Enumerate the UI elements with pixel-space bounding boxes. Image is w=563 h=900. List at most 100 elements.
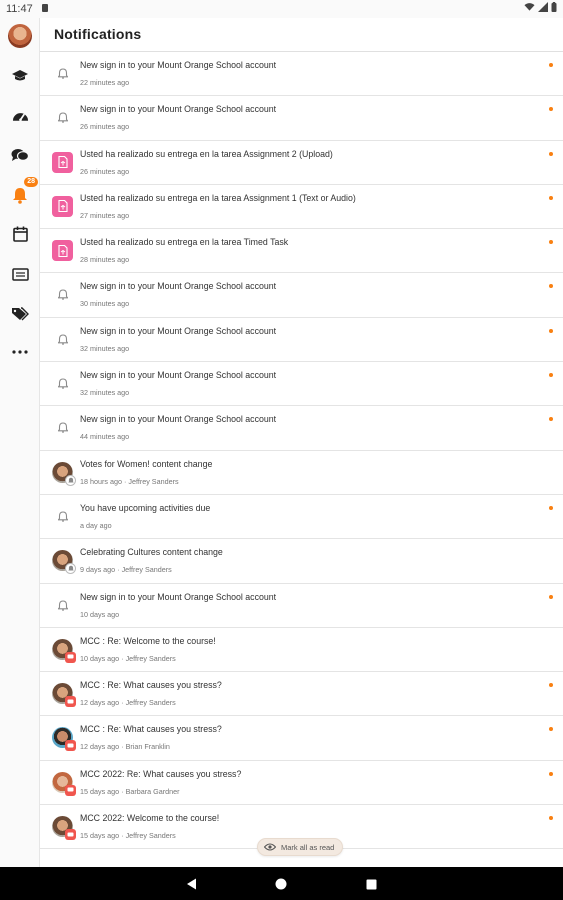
home-button[interactable] — [272, 875, 290, 893]
notification-meta: 10 days ago — [80, 610, 119, 619]
battery-icon — [551, 2, 557, 12]
notification-time: 32 minutes ago — [80, 388, 130, 398]
recents-icon — [366, 879, 376, 889]
notification-author: Jeffrey Sanders — [125, 831, 176, 841]
unread-dot — [549, 284, 553, 289]
notification-meta: 12 days ago · Jeffrey Sanders — [80, 698, 176, 707]
notification-bell-icon — [52, 417, 73, 438]
home-icon — [275, 878, 287, 890]
notification-title: MCC 2022: Re: What causes you stress? — [80, 768, 242, 779]
tags-icon[interactable] — [6, 299, 34, 327]
notification-bell-icon — [52, 329, 73, 350]
notification-meta: 26 minutes ago — [80, 122, 129, 131]
user-avatar — [52, 550, 76, 575]
notification-author: Jeffrey Sanders — [121, 565, 172, 575]
notifications-icon[interactable]: 28 — [6, 177, 38, 209]
forum-icon — [65, 829, 76, 841]
notification-meta: 9 days ago · Jeffrey Sanders — [80, 565, 172, 574]
notification-title: MCC : Re: What causes you stress? — [80, 724, 222, 735]
notification-time: 28 minutes ago — [80, 255, 130, 265]
notification-author: Jeffrey Sanders — [125, 698, 176, 708]
mark-all-as-read-button[interactable]: Mark all as read — [257, 838, 344, 856]
notification-meta: 15 days ago · Barbara Gardner — [80, 787, 180, 796]
notification-meta: a day ago — [80, 521, 112, 530]
notification-row[interactable]: Usted ha realizado su entrega en la tare… — [40, 229, 563, 274]
calendar-icon[interactable] — [6, 220, 34, 248]
unread-dot — [549, 63, 553, 67]
notification-bell-icon — [65, 474, 76, 486]
notification-author: Barbara Gardner — [125, 786, 180, 796]
notification-time: 10 days ago — [80, 609, 120, 619]
notification-row[interactable]: MCC : Re: Welcome to the course! 10 days … — [40, 627, 563, 673]
signal-icon — [538, 2, 548, 12]
notification-bell-icon — [65, 563, 76, 575]
user-avatar — [52, 727, 76, 752]
notification-row[interactable]: New sign in to your Mount Orange School … — [40, 96, 563, 141]
user-avatar — [52, 683, 76, 708]
user-avatar — [52, 461, 76, 486]
notification-row[interactable]: New sign in to your Mount Orange School … — [40, 273, 563, 318]
notification-title: MCC : Re: What causes you stress? — [80, 680, 222, 691]
unread-dot — [549, 505, 553, 510]
system-navigation-bar — [0, 867, 563, 900]
back-icon — [186, 878, 196, 890]
notification-row[interactable]: Usted ha realizado su entrega en la tare… — [40, 140, 563, 185]
my-courses-icon[interactable] — [6, 62, 34, 90]
notification-meta: 27 minutes ago — [80, 211, 129, 220]
notification-row[interactable]: Celebrating Cultures content change 9 day… — [40, 539, 563, 584]
unread-dot — [549, 195, 553, 200]
notification-row[interactable]: Usted ha realizado su entrega en la tare… — [40, 184, 563, 230]
notification-row[interactable]: MCC : Re: What causes you stress? 12 days… — [40, 716, 563, 761]
notification-row[interactable]: New sign in to your Mount Orange School … — [40, 362, 563, 407]
forum-icon — [65, 740, 76, 752]
notification-row[interactable]: New sign in to your Mount Orange School … — [40, 406, 563, 451]
notification-title: Votes for Women! content change — [80, 458, 213, 469]
back-button[interactable] — [182, 875, 200, 893]
user-avatar — [52, 816, 76, 841]
notification-time: 26 minutes ago — [80, 122, 130, 132]
more-icon[interactable] — [6, 338, 34, 366]
assignment-icon — [52, 151, 73, 173]
notification-row[interactable]: You have upcoming activities due a day ag… — [40, 494, 563, 540]
status-time: 11:47 — [6, 3, 33, 15]
notification-bell-icon — [52, 506, 73, 527]
notification-row[interactable]: MCC 2022: Re: What causes you stress? 15 … — [40, 760, 563, 806]
notification-time: 30 minutes ago — [80, 299, 130, 309]
notification-time: 10 days ago — [80, 653, 120, 663]
forum-icon — [65, 784, 76, 796]
forum-icon — [65, 651, 76, 663]
eye-icon — [264, 843, 276, 851]
notification-row[interactable]: MCC : Re: What causes you stress? 12 days… — [40, 672, 563, 717]
notification-title: Usted ha realizado su entrega en la tare… — [80, 192, 356, 203]
notification-meta: 22 minutes ago — [80, 78, 129, 87]
notification-time: 26 minutes ago — [80, 166, 130, 176]
notification-meta: 32 minutes ago — [80, 388, 129, 397]
notification-title: Celebrating Cultures content change — [80, 547, 223, 558]
notification-title: New sign in to your Mount Orange School … — [80, 370, 277, 381]
dashboard-icon[interactable] — [6, 102, 34, 130]
notification-author: Jeffrey Sanders — [128, 476, 179, 486]
user-avatar[interactable] — [8, 24, 32, 48]
notification-meta: 32 minutes ago — [80, 344, 129, 353]
grades-icon[interactable] — [6, 260, 34, 288]
unread-dot — [549, 727, 553, 732]
notification-time: 32 minutes ago — [80, 343, 130, 353]
notifications-badge: 28 — [24, 177, 38, 187]
app-header: Notifications — [40, 18, 563, 52]
unread-dot — [549, 683, 553, 688]
messages-icon[interactable] — [6, 141, 34, 169]
notification-time: 15 days ago — [80, 786, 120, 796]
notification-meta: 30 minutes ago — [80, 299, 129, 308]
notification-bell-icon — [52, 373, 73, 394]
mark-all-label: Mark all as read — [281, 842, 335, 852]
notification-time: 44 minutes ago — [80, 432, 130, 442]
notification-row[interactable]: Votes for Women! content change 18 hours … — [40, 450, 563, 495]
notification-title: New sign in to your Mount Orange School … — [80, 414, 277, 425]
notification-row[interactable]: New sign in to your Mount Orange School … — [40, 317, 563, 363]
recents-button[interactable] — [362, 875, 380, 893]
notification-meta: 26 minutes ago — [80, 167, 129, 176]
wifi-icon — [524, 3, 535, 11]
notification-row[interactable]: New sign in to your Mount Orange School … — [40, 52, 563, 97]
notification-title: New sign in to your Mount Orange School … — [80, 281, 277, 292]
notification-row[interactable]: New sign in to your Mount Orange School … — [40, 583, 563, 628]
